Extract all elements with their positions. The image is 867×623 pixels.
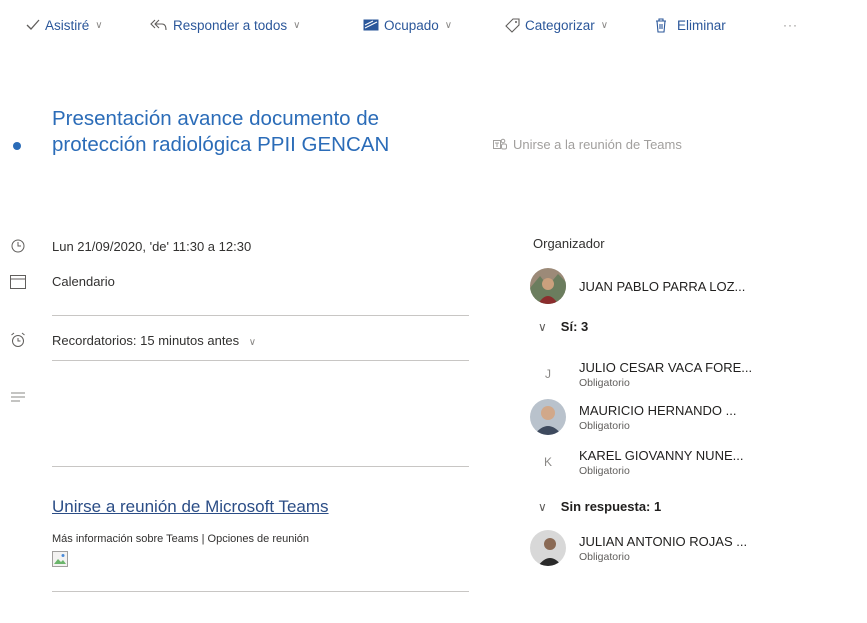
delete-label: Eliminar [677, 17, 726, 33]
categorize-button[interactable]: Categorizar ∨ [505, 15, 608, 35]
avatar [530, 530, 566, 566]
avatar [530, 399, 566, 435]
event-datetime: Lun 21/09/2020, 'de' 11:30 a 12:30 [52, 238, 252, 254]
organizer-entry[interactable]: JUAN PABLO PARRA LOZ... [530, 268, 745, 304]
attendee-entry[interactable]: J JULIO CESAR VACA FORE... Obligatorio [530, 356, 752, 392]
attendee-name: MAURICIO HERNANDO ... [579, 402, 737, 418]
divider [52, 591, 469, 592]
organizer-name: JUAN PABLO PARRA LOZ... [579, 278, 746, 294]
organizer-info: JUAN PABLO PARRA LOZ... [579, 279, 745, 294]
teams-info-line: Más información sobre Teams | Opciones d… [52, 533, 309, 545]
attendee-info: JULIO CESAR VACA FORE... Obligatorio [579, 360, 752, 389]
group-no-response-label: Sin respuesta: 1 [560, 499, 662, 514]
event-calendar: Calendario [52, 273, 115, 289]
organizer-label: Organizador [533, 236, 605, 251]
avatar: K [543, 455, 552, 469]
attendee-role: Obligatorio [579, 419, 630, 432]
busy-status-icon [363, 19, 379, 31]
group-accepted-label: Sí: 3 [560, 319, 589, 334]
group-no-response[interactable]: ∨ Sin respuesta: 1 [538, 499, 661, 514]
attend-button[interactable]: Asistiré ∨ [26, 15, 103, 35]
attendee-entry[interactable]: MAURICIO HERNANDO ... Obligatorio [530, 399, 736, 435]
chevron-down-icon: ∨ [95, 19, 103, 31]
chevron-down-icon: ∨ [248, 336, 257, 348]
teams-icon [493, 138, 507, 151]
attendee-role: Obligatorio [579, 550, 630, 563]
trash-icon [655, 17, 667, 33]
attendee-role: Obligatorio [579, 464, 630, 477]
join-microsoft-teams-link[interactable]: Unirse a reunión de Microsoft Teams [52, 497, 329, 517]
chevron-down-icon: ∨ [538, 319, 547, 334]
chevron-down-icon: ∨ [444, 19, 453, 31]
delete-button[interactable]: Eliminar [655, 15, 726, 35]
avatar: J [545, 367, 551, 381]
divider [52, 315, 469, 316]
divider [52, 360, 469, 361]
attendee-name: KAREL GIOVANNY NUNE... [579, 447, 744, 463]
checkmark-icon [26, 19, 40, 31]
chevron-down-icon: ∨ [293, 19, 301, 31]
attendee-info: KAREL GIOVANNY NUNE... Obligatorio [579, 448, 743, 477]
divider [52, 466, 469, 467]
join-teams-label: Unirse a la reunión de Teams [513, 137, 682, 152]
command-bar: Asistiré ∨ Responder a todos ∨ Ocupado ∨… [0, 0, 867, 50]
busy-status-button[interactable]: Ocupado ∨ [363, 15, 452, 35]
meeting-options-link[interactable]: Opciones de reunión [208, 533, 310, 545]
chevron-down-icon: ∨ [538, 499, 547, 514]
categorize-label: Categorizar [525, 17, 595, 33]
separator: | [201, 533, 205, 545]
attendee-info: JULIAN ANTONIO ROJAS ... Obligatorio [579, 534, 747, 563]
broken-image-icon [52, 551, 68, 567]
attendee-role: Obligatorio [579, 376, 630, 389]
avatar [530, 268, 566, 304]
alarm-clock-icon [9, 332, 27, 348]
tag-icon [505, 17, 520, 33]
reply-all-button[interactable]: Responder a todos ∨ [150, 15, 300, 35]
attendee-name: JULIAN ANTONIO ROJAS ... [579, 533, 748, 549]
clock-icon [9, 239, 27, 253]
join-teams-meeting-button[interactable]: Unirse a la reunión de Teams [493, 137, 682, 152]
reminder-dropdown[interactable]: Recordatorios: 15 minutos antes ∨ [52, 333, 256, 348]
more-actions-button[interactable]: ··· [783, 15, 798, 35]
notes-icon [9, 392, 27, 402]
group-accepted[interactable]: ∨ Sí: 3 [538, 319, 588, 334]
attend-label: Asistiré [45, 17, 90, 33]
more-info-teams-link[interactable]: Más información sobre Teams [52, 533, 199, 545]
reminder-label: Recordatorios: 15 minutos antes [52, 332, 240, 348]
calendar-icon [9, 274, 27, 289]
event-title: Presentación avance documento de protecc… [52, 107, 390, 156]
attendee-info: MAURICIO HERNANDO ... Obligatorio [579, 403, 736, 432]
unread-dot-icon [13, 142, 21, 150]
attendee-name: JULIO CESAR VACA FORE... [579, 359, 753, 375]
attendee-entry[interactable]: K KAREL GIOVANNY NUNE... Obligatorio [530, 444, 743, 480]
chevron-down-icon: ∨ [600, 19, 609, 31]
reply-all-icon [150, 19, 168, 31]
reply-all-label: Responder a todos [173, 17, 288, 33]
attendee-entry[interactable]: JULIAN ANTONIO ROJAS ... Obligatorio [530, 530, 747, 566]
busy-status-label: Ocupado [384, 17, 439, 33]
